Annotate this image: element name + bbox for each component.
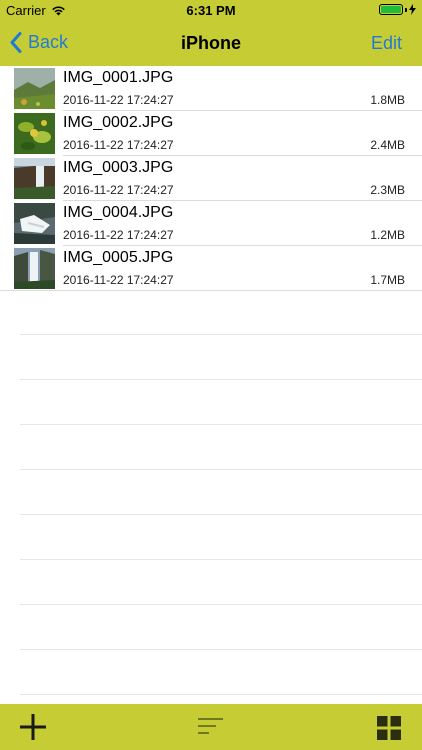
empty-row-divider [20,379,422,380]
file-name: IMG_0004.JPG [63,204,174,221]
file-row[interactable]: IMG_0003.JPG 2016-11-22 17:24:27 2.3MB [0,156,422,201]
add-button[interactable] [20,714,46,745]
grid-view-button[interactable] [377,716,401,745]
file-name: IMG_0001.JPG [63,69,174,86]
status-time: 6:31 PM [186,3,236,18]
image-thumbnail [14,203,55,244]
file-row[interactable]: IMG_0002.JPG 2016-11-22 17:24:27 2.4MB [0,111,422,156]
file-date: 2016-11-22 17:24:27 [63,228,174,242]
file-size: 1.7MB [370,273,405,287]
bottom-toolbar [0,704,422,750]
empty-row-divider [20,334,422,335]
page-title: iPhone [180,33,241,53]
status-bar: Carrier 6:31 PM [0,0,422,22]
edit-button[interactable]: Edit [371,33,402,54]
navigation-bar: Back iPhone Edit [0,22,422,66]
file-row[interactable]: IMG_0001.JPG 2016-11-22 17:24:27 1.8MB [0,66,422,111]
top-bar: Carrier 6:31 PM Back iPhone Edit [0,0,422,66]
add-icon [20,714,46,740]
image-thumbnail [14,248,55,289]
charging-bolt-icon [409,4,416,15]
file-size: 1.2MB [370,228,405,242]
file-date: 2016-11-22 17:24:27 [63,183,174,197]
row-divider [0,290,422,291]
file-size: 1.8MB [370,93,405,107]
app-screen: Carrier 6:31 PM Back iPhone Edit IMG_000… [0,0,422,750]
empty-row-divider [20,694,422,695]
sort-button[interactable] [198,718,223,741]
file-date: 2016-11-22 17:24:27 [63,93,174,107]
empty-row-divider [20,649,422,650]
battery-icon [379,4,403,15]
file-name: IMG_0005.JPG [63,249,174,266]
empty-row-divider [20,514,422,515]
file-name: IMG_0003.JPG [63,159,174,176]
file-name: IMG_0002.JPG [63,114,174,131]
file-size: 2.3MB [370,183,405,197]
sort-icon [198,718,223,734]
file-row[interactable]: IMG_0004.JPG 2016-11-22 17:24:27 1.2MB [0,201,422,246]
file-date: 2016-11-22 17:24:27 [63,138,174,152]
grid-view-icon [377,716,401,740]
image-thumbnail [14,113,55,154]
file-date: 2016-11-22 17:24:27 [63,273,174,287]
image-thumbnail [14,68,55,109]
empty-row-divider [20,424,422,425]
empty-row-divider [20,469,422,470]
empty-row-divider [20,559,422,560]
file-row[interactable]: IMG_0005.JPG 2016-11-22 17:24:27 1.7MB [0,246,422,291]
battery-indicator [379,4,416,15]
image-thumbnail [14,158,55,199]
file-list: IMG_0001.JPG 2016-11-22 17:24:27 1.8MB I… [0,66,422,704]
empty-row-divider [20,604,422,605]
file-size: 2.4MB [370,138,405,152]
